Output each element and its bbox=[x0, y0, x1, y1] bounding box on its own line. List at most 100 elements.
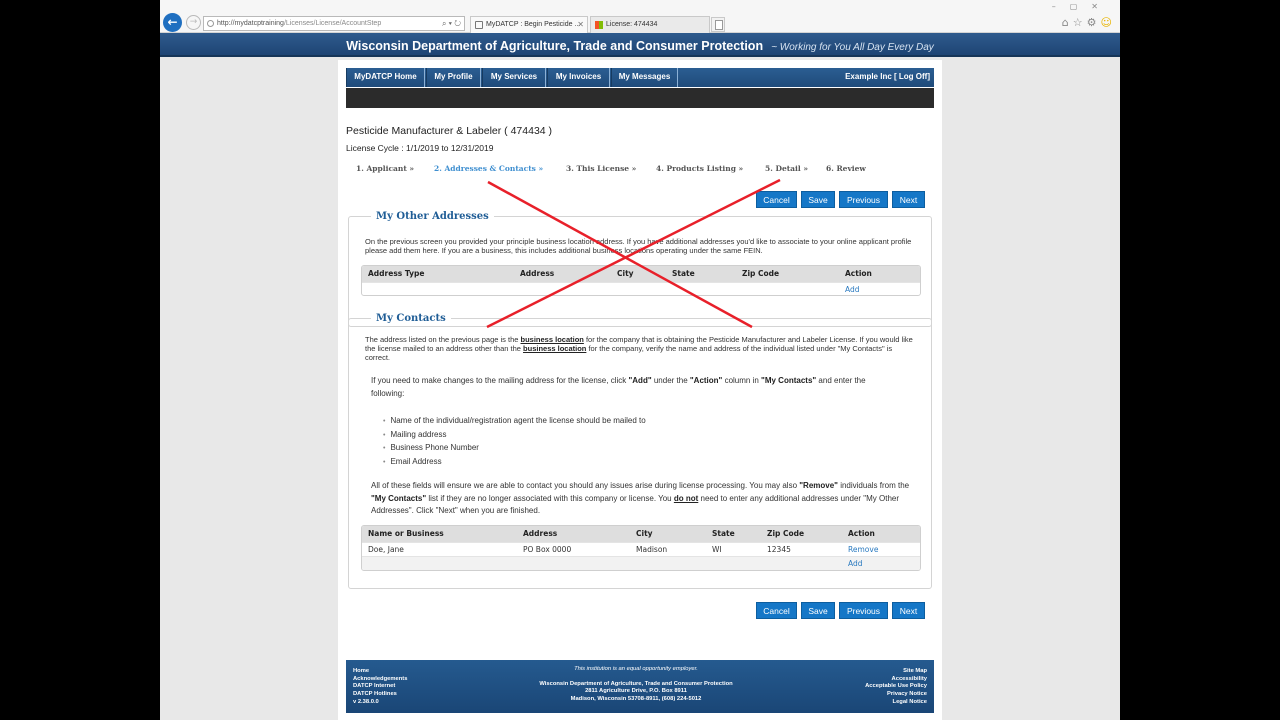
other-addresses-section: My Other Addresses On the previous scree… bbox=[348, 211, 932, 327]
text: If you need to make changes to the maili… bbox=[371, 376, 629, 385]
section-title: My Other Addresses bbox=[371, 211, 494, 222]
eeo-statement: This institution is an equal opportunity… bbox=[574, 666, 698, 672]
previous-button[interactable]: Previous bbox=[839, 602, 888, 619]
address-bar[interactable]: http://mydatcptraining/Licenses/License/… bbox=[203, 16, 465, 31]
feedback-smiley-icon[interactable]: ☺ bbox=[1101, 16, 1116, 29]
action-buttons-top: Cancel Save Previous Next bbox=[756, 191, 936, 208]
step-products-listing[interactable]: 4. Products Listing » bbox=[656, 164, 743, 173]
table-row: Add bbox=[362, 282, 920, 295]
business-location-emphasis: business location bbox=[520, 335, 584, 344]
contacts-instructions: The address listed on the previous page … bbox=[365, 335, 913, 362]
col-address: Address bbox=[520, 269, 555, 278]
nav-my-invoices[interactable]: My Invoices bbox=[547, 68, 610, 87]
site-header: Wisconsin Department of Agriculture, Tra… bbox=[160, 33, 1120, 57]
text: list if they are no longer associated wi… bbox=[426, 493, 674, 503]
addresses-table: Address Type Address City State Zip Code… bbox=[361, 265, 921, 296]
tab-license[interactable]: License: 474434 bbox=[590, 16, 710, 33]
save-button[interactable]: Save bbox=[801, 191, 835, 208]
settings-gear-icon[interactable]: ⚙ bbox=[1087, 16, 1101, 29]
addresses-instructions: On the previous screen you provided your… bbox=[365, 237, 912, 255]
emphasis: "My Contacts" bbox=[371, 493, 427, 503]
tab-title: MyDATCP : Begin Pesticide ... bbox=[486, 21, 581, 28]
add-address-link[interactable]: Add bbox=[845, 283, 860, 295]
action-buttons-bottom: Cancel Save Previous Next bbox=[756, 602, 936, 619]
cell-state: WI bbox=[712, 545, 722, 554]
table-header: Name or Business Address City State Zip … bbox=[362, 526, 920, 542]
footer-links-right: Site Map Accessibility Acceptable Use Po… bbox=[865, 668, 927, 707]
required-fields-list: Name of the individual/registration agen… bbox=[383, 415, 783, 469]
page-icon bbox=[475, 21, 483, 29]
cancel-button[interactable]: Cancel bbox=[756, 191, 797, 208]
text: under the bbox=[651, 376, 690, 385]
text: The address listed on the previous page … bbox=[365, 335, 521, 344]
cancel-button[interactable]: Cancel bbox=[756, 602, 797, 619]
nav-mydatcp-home[interactable]: MyDATCP Home bbox=[346, 68, 425, 87]
footer-link-legal[interactable]: Legal Notice bbox=[865, 699, 927, 707]
col-zip-code: Zip Code bbox=[742, 269, 780, 278]
step-review[interactable]: 6. Review bbox=[826, 164, 866, 173]
site-title: Wisconsin Department of Agriculture, Tra… bbox=[346, 39, 764, 53]
save-button[interactable]: Save bbox=[801, 602, 835, 619]
site-footer: Home Acknowledgements DATCP Internet DAT… bbox=[346, 660, 934, 713]
back-icon[interactable]: ← bbox=[163, 13, 182, 32]
account-logoff-link[interactable]: Example Inc [ Log Off] bbox=[845, 68, 930, 86]
col-name-or-business: Name or Business bbox=[368, 529, 444, 538]
footer-org-name: Wisconsin Department of Agriculture, Tra… bbox=[539, 680, 733, 687]
step-this-license[interactable]: 3. This License » bbox=[566, 164, 636, 173]
remove-contact-link[interactable]: Remove bbox=[848, 543, 878, 557]
next-button[interactable]: Next bbox=[892, 191, 925, 208]
col-address: Address bbox=[523, 529, 558, 538]
windows-logo-icon bbox=[595, 21, 603, 29]
nav-my-services[interactable]: My Services bbox=[482, 68, 546, 87]
footer-link-datcp-internet[interactable]: DATCP Internet bbox=[353, 683, 407, 691]
tab-mydatcp[interactable]: MyDATCP : Begin Pesticide ... ✕ bbox=[470, 16, 588, 33]
footer-street: 2811 Agriculture Drive, P.O. Box 8911 bbox=[585, 688, 687, 695]
footer-link-privacy[interactable]: Privacy Notice bbox=[865, 691, 927, 699]
footer-city-phone: Madison, Wisconsin 53708-8911, (608) 224… bbox=[570, 696, 702, 703]
step-addresses-contacts[interactable]: 2. Addresses & Contacts » bbox=[434, 164, 543, 173]
forward-icon[interactable]: → bbox=[186, 15, 201, 30]
footer-link-acknowledgements[interactable]: Acknowledgements bbox=[353, 676, 407, 684]
page-content: MyDATCP Home My Profile My Services My I… bbox=[338, 60, 942, 720]
footer-link-site-map[interactable]: Site Map bbox=[865, 668, 927, 676]
window-controls[interactable]: –▢✕ bbox=[1052, 2, 1112, 11]
footer-link-datcp-hotlines[interactable]: DATCP Hotlines bbox=[353, 691, 407, 699]
footer-link-accessibility[interactable]: Accessibility bbox=[865, 676, 927, 684]
cell-address: PO Box 0000 bbox=[523, 545, 572, 554]
new-tab-button[interactable] bbox=[711, 17, 725, 32]
footer-link-home[interactable]: Home bbox=[353, 668, 407, 676]
favorites-star-icon[interactable]: ☆ bbox=[1073, 16, 1087, 29]
browser-chrome: ← → http://mydatcptraining/Licenses/Lice… bbox=[160, 0, 1120, 33]
text: All of these fields will ensure we are a… bbox=[371, 481, 800, 490]
cell-zip: 12345 bbox=[767, 545, 791, 554]
list-item: Mailing address bbox=[383, 429, 783, 443]
nav-my-profile[interactable]: My Profile bbox=[426, 68, 481, 87]
close-icon[interactable]: ✕ bbox=[577, 17, 584, 33]
col-state: State bbox=[712, 529, 735, 538]
col-action: Action bbox=[848, 529, 875, 538]
footer-links-left: Home Acknowledgements DATCP Internet DAT… bbox=[353, 668, 407, 707]
cell-city: Madison bbox=[636, 545, 668, 554]
col-state: State bbox=[672, 269, 695, 278]
next-button[interactable]: Next bbox=[892, 602, 925, 619]
main-nav: MyDATCP Home My Profile My Services My I… bbox=[346, 68, 934, 87]
step-detail[interactable]: 5. Detail » bbox=[765, 164, 808, 173]
nav-my-messages[interactable]: My Messages bbox=[611, 68, 678, 87]
footer-link-acceptable-use[interactable]: Acceptable Use Policy bbox=[865, 683, 927, 691]
emphasis: "Action" bbox=[689, 376, 723, 385]
business-location-emphasis: business location bbox=[523, 344, 587, 353]
page-icon bbox=[207, 20, 214, 27]
previous-button[interactable]: Previous bbox=[839, 191, 888, 208]
step-applicant[interactable]: 1. Applicant » bbox=[356, 164, 414, 173]
emphasis: "My Contacts" bbox=[761, 376, 817, 385]
url-path: /Licenses/License/AccountStep bbox=[283, 20, 382, 27]
site-tagline: ~ Working for You All Day Every Day bbox=[771, 42, 934, 53]
list-item: Email Address bbox=[383, 456, 783, 470]
sub-nav-bar bbox=[346, 88, 934, 108]
section-title: My Contacts bbox=[371, 313, 451, 324]
home-icon[interactable]: ⌂ bbox=[1062, 16, 1073, 29]
add-contact-link[interactable]: Add bbox=[848, 557, 863, 570]
table-row: Add bbox=[362, 556, 920, 570]
search-icon[interactable]: ⌕ ▾ ↻ bbox=[442, 17, 461, 30]
tab-title: License: 474434 bbox=[606, 21, 658, 28]
